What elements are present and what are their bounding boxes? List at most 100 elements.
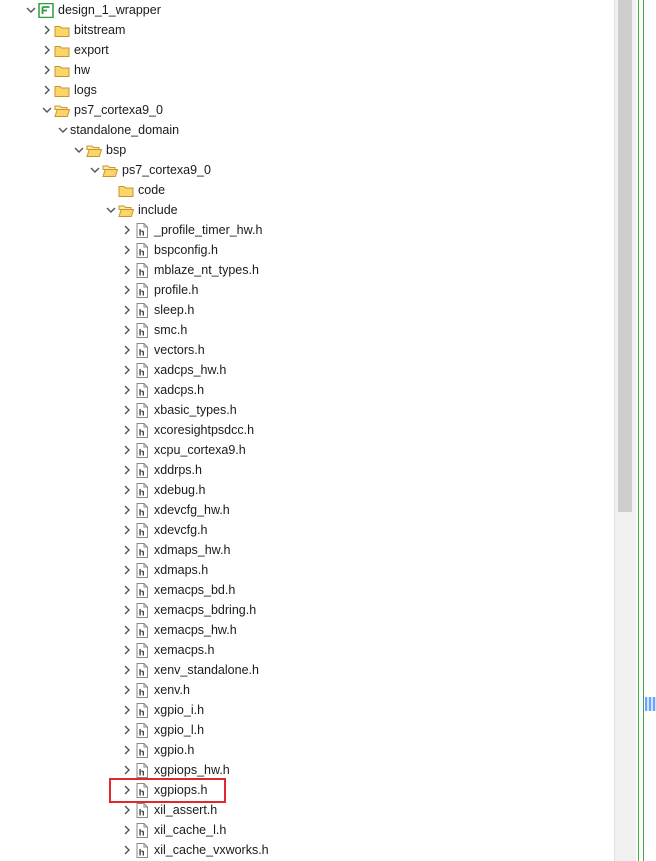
tree-item-label: mblaze_nt_types.h xyxy=(154,263,259,277)
chevron-right-icon[interactable] xyxy=(120,503,134,517)
chevron-right-icon[interactable] xyxy=(120,683,134,697)
tree-item-xgpio-h[interactable]: h xgpio.h xyxy=(0,740,614,760)
chevron-right-icon[interactable] xyxy=(120,403,134,417)
tree-item-label: xil_cache_vxworks.h xyxy=(154,843,269,857)
tree-item-standalone-domain[interactable]: standalone_domain xyxy=(0,120,614,140)
chevron-right-icon[interactable] xyxy=(120,243,134,257)
chevron-right-icon[interactable] xyxy=(120,323,134,337)
chevron-right-icon[interactable] xyxy=(120,723,134,737)
tree-item-ps7-cortexa9-0[interactable]: ps7_cortexa9_0 xyxy=(0,100,614,120)
chevron-right-icon[interactable] xyxy=(120,523,134,537)
tree-item-xadcps-h[interactable]: h xadcps.h xyxy=(0,380,614,400)
chevron-down-icon[interactable] xyxy=(24,3,38,17)
tree-item-design-1-wrapper[interactable]: design_1_wrapper xyxy=(0,0,614,20)
chevron-right-icon[interactable] xyxy=(120,343,134,357)
tree-item-label: ps7_cortexa9_0 xyxy=(74,103,163,117)
tree-item-xenv-standalone-h[interactable]: h xenv_standalone.h xyxy=(0,660,614,680)
tree-item-vectors-h[interactable]: h vectors.h xyxy=(0,340,614,360)
tree-item-xbasic-types-h[interactable]: h xbasic_types.h xyxy=(0,400,614,420)
chevron-right-icon[interactable] xyxy=(120,483,134,497)
tree-item-xdevcfg-h[interactable]: h xdevcfg.h xyxy=(0,520,614,540)
tree-item-xgpio-l-h[interactable]: h xgpio_l.h xyxy=(0,720,614,740)
tree-item-xcoresightpsdcc-h[interactable]: h xcoresightpsdcc.h xyxy=(0,420,614,440)
chevron-right-icon[interactable] xyxy=(40,43,54,57)
tree-item-xemacps-bdring-h[interactable]: h xemacps_bdring.h xyxy=(0,600,614,620)
tree-item-xil-assert-h[interactable]: h xil_assert.h xyxy=(0,800,614,820)
tree-item-xcpu-cortexa9-h[interactable]: h xcpu_cortexa9.h xyxy=(0,440,614,460)
tree-item-xdebug-h[interactable]: h xdebug.h xyxy=(0,480,614,500)
chevron-right-icon[interactable] xyxy=(120,803,134,817)
edge-guide-line xyxy=(643,0,644,861)
chevron-right-icon[interactable] xyxy=(120,823,134,837)
tree-item-include[interactable]: include xyxy=(0,200,614,220)
tree-item-profile-timer-hw-h[interactable]: h _profile_timer_hw.h xyxy=(0,220,614,240)
chevron-right-icon[interactable] xyxy=(120,283,134,297)
chevron-right-icon[interactable] xyxy=(120,423,134,437)
tree-item-xdmaps-h[interactable]: h xdmaps.h xyxy=(0,560,614,580)
vertical-scrollbar-thumb[interactable] xyxy=(618,0,632,512)
svg-text:h: h xyxy=(139,348,145,358)
tree-item-sleep-h[interactable]: h sleep.h xyxy=(0,300,614,320)
chevron-right-icon[interactable] xyxy=(120,843,134,857)
tree-item-xgpiops-h[interactable]: h xgpiops.h xyxy=(0,780,614,800)
project-explorer-tree[interactable]: design_1_wrapper bitstream export hw logs ps7… xyxy=(0,0,614,861)
chevron-right-icon[interactable] xyxy=(120,543,134,557)
tree-item-code[interactable]: code xyxy=(0,180,614,200)
tree-item-xenv-h[interactable]: h xenv.h xyxy=(0,680,614,700)
tree-item-xadcps-hw-h[interactable]: h xadcps_hw.h xyxy=(0,360,614,380)
tree-item-xgpiops-hw-h[interactable]: h xgpiops_hw.h xyxy=(0,760,614,780)
tree-item-xemacps-hw-h[interactable]: h xemacps_hw.h xyxy=(0,620,614,640)
chevron-right-icon[interactable] xyxy=(120,763,134,777)
svg-text:h: h xyxy=(139,368,145,378)
tree-item-bspconfig-h[interactable]: h bspconfig.h xyxy=(0,240,614,260)
chevron-right-icon[interactable] xyxy=(120,643,134,657)
chevron-right-icon[interactable] xyxy=(40,23,54,37)
tree-item-xil-cache-l-h[interactable]: h xil_cache_l.h xyxy=(0,820,614,840)
header-file-icon: h xyxy=(134,363,150,378)
tree-item-xil-cache-vxworks-h[interactable]: h xil_cache_vxworks.h xyxy=(0,840,614,860)
tree-item-xdmaps-hw-h[interactable]: h xdmaps_hw.h xyxy=(0,540,614,560)
svg-text:h: h xyxy=(139,428,145,438)
tree-item-bsp[interactable]: bsp xyxy=(0,140,614,160)
chevron-down-icon[interactable] xyxy=(104,203,118,217)
tree-item-smc-h[interactable]: h smc.h xyxy=(0,320,614,340)
chevron-right-icon[interactable] xyxy=(120,363,134,377)
svg-text:h: h xyxy=(139,768,145,778)
chevron-right-icon[interactable] xyxy=(120,303,134,317)
edge-guide-line xyxy=(638,0,639,861)
chevron-right-icon[interactable] xyxy=(120,703,134,717)
chevron-right-icon[interactable] xyxy=(40,63,54,77)
chevron-right-icon[interactable] xyxy=(120,463,134,477)
chevron-right-icon[interactable] xyxy=(120,563,134,577)
chevron-right-icon[interactable] xyxy=(120,623,134,637)
tree-item-bitstream[interactable]: bitstream xyxy=(0,20,614,40)
tree-item-logs[interactable]: logs xyxy=(0,80,614,100)
chevron-right-icon[interactable] xyxy=(120,223,134,237)
tree-item-xgpio-i-h[interactable]: h xgpio_i.h xyxy=(0,700,614,720)
tree-item-xemacps-h[interactable]: h xemacps.h xyxy=(0,640,614,660)
chevron-down-icon[interactable] xyxy=(56,123,70,137)
chevron-right-icon[interactable] xyxy=(120,383,134,397)
chevron-right-icon[interactable] xyxy=(120,443,134,457)
tree-item-xemacps-bd-h[interactable]: h xemacps_bd.h xyxy=(0,580,614,600)
tree-item-profile-h[interactable]: h profile.h xyxy=(0,280,614,300)
tree-item-hw[interactable]: hw xyxy=(0,60,614,80)
tree-item-xddrps-h[interactable]: h xddrps.h xyxy=(0,460,614,480)
chevron-down-icon[interactable] xyxy=(72,143,86,157)
chevron-right-icon[interactable] xyxy=(120,583,134,597)
tree-item-ps7-cortexa9-0[interactable]: ps7_cortexa9_0 xyxy=(0,160,614,180)
tree-item-label: include xyxy=(138,203,178,217)
chevron-down-icon[interactable] xyxy=(88,163,102,177)
svg-text:h: h xyxy=(139,448,145,458)
chevron-right-icon[interactable] xyxy=(40,83,54,97)
chevron-down-icon[interactable] xyxy=(40,103,54,117)
tree-item-mblaze-nt-types-h[interactable]: h mblaze_nt_types.h xyxy=(0,260,614,280)
chevron-right-icon[interactable] xyxy=(120,263,134,277)
overview-marker[interactable] xyxy=(645,697,656,711)
tree-item-xdevcfg-hw-h[interactable]: h xdevcfg_hw.h xyxy=(0,500,614,520)
chevron-right-icon[interactable] xyxy=(120,663,134,677)
chevron-right-icon[interactable] xyxy=(120,603,134,617)
chevron-right-icon[interactable] xyxy=(120,743,134,757)
tree-item-export[interactable]: export xyxy=(0,40,614,60)
svg-text:h: h xyxy=(139,748,145,758)
